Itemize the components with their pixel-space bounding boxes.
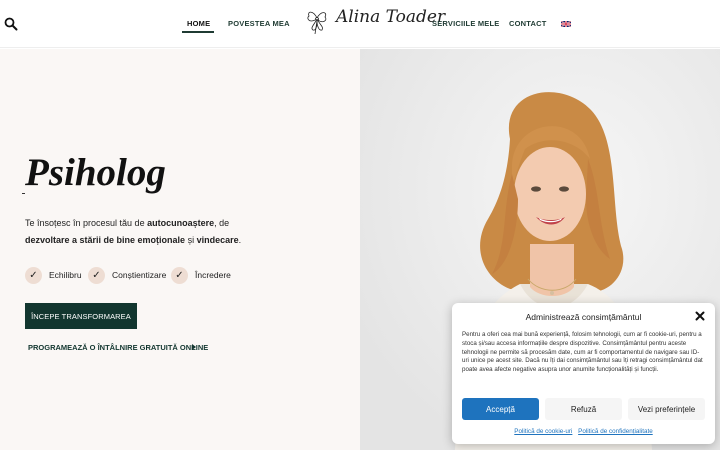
nav-services[interactable]: SERVICIILE MELE bbox=[432, 19, 499, 28]
nav-active-indicator bbox=[182, 31, 214, 33]
free-meeting-link[interactable]: PROGRAMEAZĂ O ÎNTÂLNIRE GRATUITĂ ONLINE bbox=[28, 343, 208, 352]
check-icon: ✓ bbox=[171, 266, 188, 284]
search-icon[interactable] bbox=[4, 17, 18, 31]
logo-name: Alina Toader bbox=[336, 7, 446, 27]
consent-links: Politică de cookie-uri Politică de confi… bbox=[452, 428, 715, 435]
flower-logo-icon bbox=[307, 11, 327, 35]
start-transformation-button[interactable]: ÎNCEPE TRANSFORMAREA bbox=[25, 303, 137, 329]
benefit-label: Conștientizare bbox=[112, 270, 167, 280]
check-icon: ✓ bbox=[88, 266, 105, 284]
title-dot bbox=[22, 193, 25, 194]
uk-flag-icon[interactable] bbox=[561, 21, 571, 27]
consent-text: Pentru a oferi cea mai bună experiență, … bbox=[462, 331, 703, 374]
benefit-label: Încredere bbox=[195, 270, 231, 280]
hero-title: Psiholog bbox=[25, 151, 166, 194]
arrow-right-icon bbox=[192, 344, 196, 350]
benefit-item: ✓ Echilibru bbox=[25, 266, 82, 284]
nav-home[interactable]: HOME bbox=[187, 19, 210, 28]
hero-description: Te însoțesc în procesul tău de autocunoa… bbox=[25, 218, 242, 245]
refuse-button[interactable]: Refuză bbox=[545, 398, 622, 420]
nav-contact[interactable]: CONTACT bbox=[509, 19, 547, 28]
benefit-item: ✓ Încredere bbox=[171, 266, 231, 284]
benefit-item: ✓ Conștientizare bbox=[88, 266, 166, 284]
preferences-button[interactable]: Vezi preferințele bbox=[628, 398, 705, 420]
site-header: HOME POVESTEA MEA Alina Toader SERVICIIL… bbox=[0, 0, 720, 48]
benefit-label: Echilibru bbox=[49, 270, 82, 280]
logo-script bbox=[308, 29, 408, 30]
close-icon[interactable] bbox=[695, 311, 705, 321]
hero-section bbox=[0, 49, 360, 450]
accept-button[interactable]: Accepță bbox=[462, 398, 539, 420]
nav-story[interactable]: POVESTEA MEA bbox=[228, 19, 290, 28]
consent-title: Administrează consimțământul bbox=[525, 312, 642, 322]
check-icon: ✓ bbox=[25, 266, 42, 284]
cookie-policy-link[interactable]: Politică de cookie-uri bbox=[514, 428, 572, 435]
privacy-policy-link[interactable]: Politică de confidențialitate bbox=[578, 428, 653, 435]
consent-modal: Administrează consimțământul Pentru a of… bbox=[452, 303, 715, 444]
